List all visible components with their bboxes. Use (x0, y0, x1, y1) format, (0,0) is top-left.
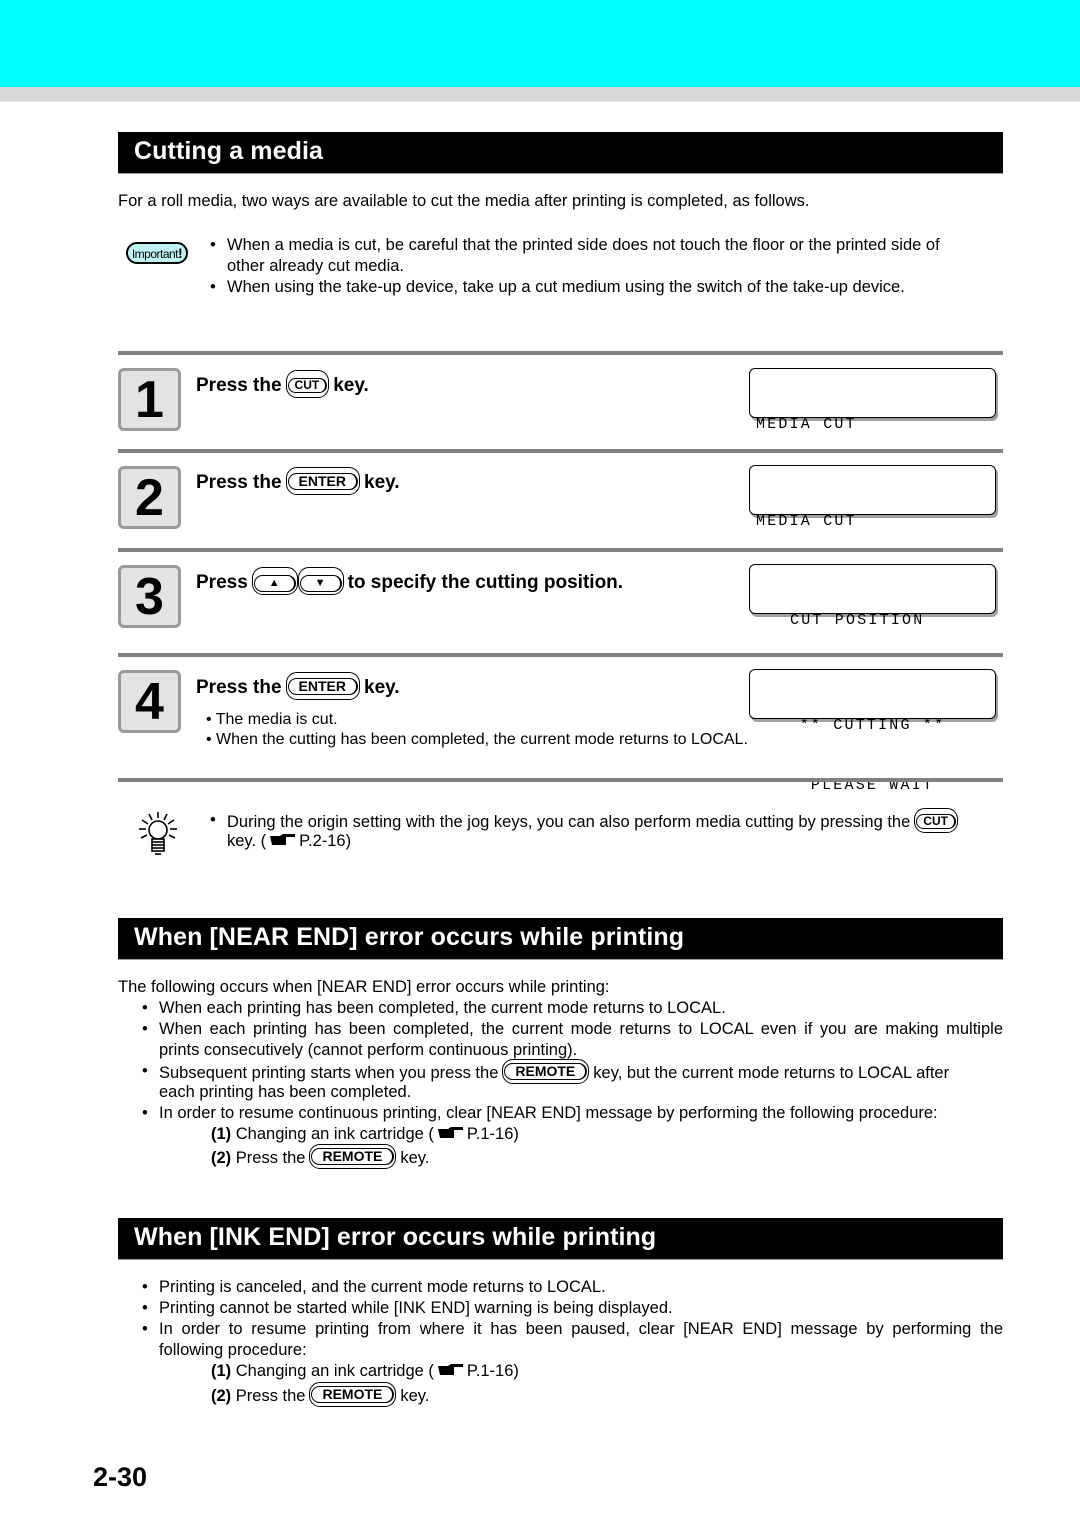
ink-end-item: • Printing is canceled, and the current m… (142, 1278, 606, 1296)
pointing-hand-icon (437, 1127, 463, 1138)
near-end-procedure-1: (1) Changing an ink cartridge (P.1-16) (211, 1125, 519, 1143)
lcd-display-step-2: MEDIA CUT CUT POSITION[▲▼] (749, 465, 996, 590)
near-end-intro: The following occurs when [NEAR END] err… (118, 978, 610, 996)
near-end-item: • In order to resume continuous printing,… (142, 1104, 938, 1122)
important-icon: Important! (126, 242, 188, 264)
step-2-title: Press the ENTER key. (196, 467, 400, 497)
hint-item-cont: key. (P.2-16) (227, 832, 352, 850)
near-end-item: • When each printing has been completed, … (142, 999, 726, 1017)
ink-end-item: • In order to resume printing from where … (142, 1320, 1003, 1338)
up-key: ▲ (251, 567, 298, 595)
step-divider (118, 778, 1003, 782)
ink-end-item-cont: following procedure: (159, 1341, 307, 1359)
section-header-ink-end: When [INK END] error occurs while printi… (118, 1218, 1003, 1260)
near-end-item-cont: prints consecutively (cannot perform con… (159, 1041, 578, 1059)
light-bulb-icon (139, 812, 177, 855)
important-item: • When a media is cut, be careful that th… (210, 236, 940, 254)
enter-key: ENTER (285, 672, 360, 700)
step-1-title: Press the CUT key. (196, 370, 369, 400)
step-divider (118, 548, 1003, 552)
page-reference-link[interactable]: P.1-16) (467, 1125, 519, 1143)
important-item-cont: other already cut media. (227, 257, 405, 275)
cutting-intro: For a roll media, two ways are available… (118, 192, 810, 210)
remote-key: REMOTE (309, 1382, 397, 1407)
header-gray-band (0, 87, 1080, 102)
header-accent-band (0, 0, 1080, 87)
near-end-procedure-2: (2) Press the REMOTE key. (211, 1144, 429, 1171)
ink-end-item: • Printing cannot be started while [INK E… (142, 1299, 673, 1317)
lcd-display-step-4: ** CUTTING ** PLEASE WAIT (749, 669, 996, 794)
near-end-item: • When each printing has been completed, … (142, 1020, 1003, 1038)
lcd-display-step-1: MEDIA CUT [ENT] (749, 368, 996, 493)
step-divider (118, 653, 1003, 657)
ink-end-procedure-1: (1) Changing an ink cartridge (P.1-16) (211, 1362, 519, 1380)
cut-key: CUT (285, 370, 330, 398)
step-4-title: Press the ENTER key. (196, 672, 400, 702)
step-4-note: • When the cutting has been completed, t… (206, 731, 748, 748)
step-number-3: 3 (118, 565, 181, 628)
section-header-cutting: Cutting a media (118, 132, 1003, 174)
page-reference-link[interactable]: P.1-16) (467, 1362, 519, 1380)
page-reference-link[interactable]: P.2-16) (299, 832, 351, 850)
section-header-near-end: When [NEAR END] error occurs while print… (118, 918, 1003, 960)
down-key: ▼ (297, 567, 344, 595)
step-divider (118, 449, 1003, 453)
remote-key: REMOTE (502, 1059, 590, 1084)
step-number-4: 4 (118, 670, 181, 733)
section-title: When [INK END] error occurs while printi… (134, 1223, 657, 1251)
page-number: 2-30 (93, 1462, 148, 1492)
step-4-note: • The media is cut. (206, 711, 338, 728)
step-number-2: 2 (118, 466, 181, 529)
near-end-item-cont: each printing has been completed. (159, 1083, 412, 1101)
cut-key: CUT (914, 808, 958, 833)
important-item: • When using the take-up device, take up … (210, 278, 905, 296)
lcd-display-step-3: CUT POSITION 0.0---- (749, 564, 996, 689)
section-title: When [NEAR END] error occurs while print… (134, 923, 685, 951)
step-number-1: 1 (118, 368, 181, 431)
section-title: Cutting a media (134, 137, 324, 165)
remote-key: REMOTE (309, 1144, 397, 1169)
step-3-title: Press ▲ ▼ to specify the cutting position. (196, 567, 623, 597)
ink-end-procedure-2: (2) Press the REMOTE key. (211, 1382, 429, 1409)
pointing-hand-icon (437, 1364, 463, 1375)
step-divider (118, 351, 1003, 355)
pointing-hand-icon (270, 834, 296, 845)
enter-key: ENTER (285, 467, 360, 495)
